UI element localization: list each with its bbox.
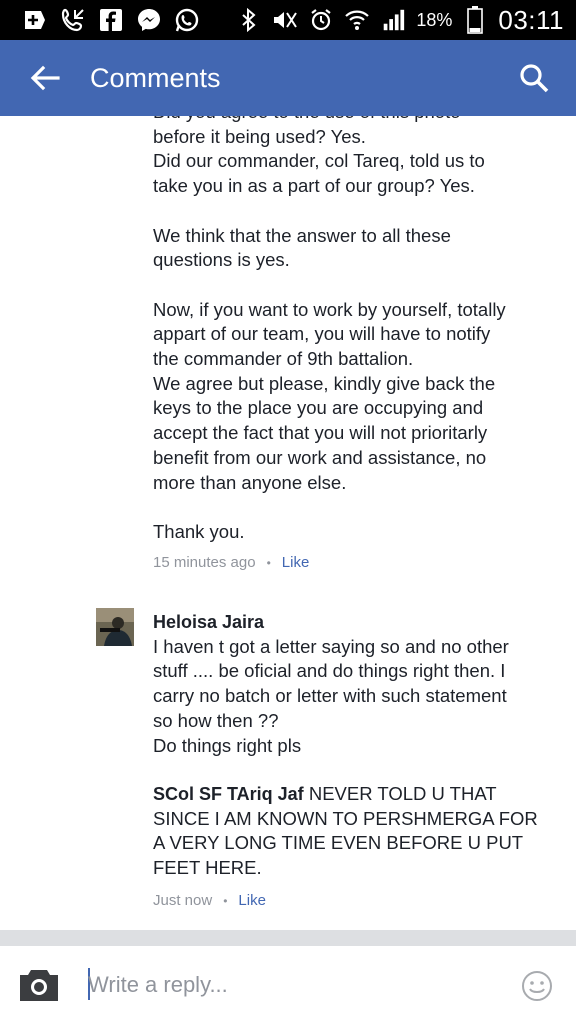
avatar[interactable] bbox=[96, 608, 134, 646]
reply-input[interactable] bbox=[88, 966, 488, 1004]
app-header: Comments bbox=[0, 40, 576, 116]
messenger-icon bbox=[136, 7, 162, 33]
comment-line: stuff .... be oficial and do things righ… bbox=[153, 660, 506, 682]
emoji-icon[interactable] bbox=[521, 970, 553, 1002]
separator-dot: • bbox=[266, 555, 271, 570]
comment-line bbox=[153, 273, 553, 298]
phone-icon bbox=[60, 7, 86, 33]
clock: 03:11 bbox=[498, 4, 564, 35]
mute-icon bbox=[272, 7, 298, 33]
plus-icon bbox=[22, 7, 48, 33]
comment-line: Do things right pls bbox=[153, 734, 302, 756]
comment-line: We agree but please, kindly give back th… bbox=[153, 372, 496, 394]
battery-percent: 18% bbox=[416, 9, 453, 30]
comment-timestamp: Just now bbox=[153, 892, 213, 909]
wifi-icon bbox=[344, 7, 370, 33]
comment-line: more than anyone else. bbox=[153, 471, 347, 493]
comment-body: SCol SF TAriq Jaf NEVER TOLD U THAT SINC… bbox=[153, 782, 553, 881]
comment-line: SCol SF TAriq Jaf NEVER TOLD U THAT bbox=[153, 783, 497, 804]
comment-body: Did you agree to the use of this photo b… bbox=[153, 116, 553, 545]
facebook-icon bbox=[98, 7, 124, 33]
comment-timestamp: 15 minutes ago bbox=[153, 554, 256, 571]
comment-line: Now, if you want to work by yourself, to… bbox=[153, 298, 506, 320]
comment-line: We think that the answer to all these bbox=[153, 224, 451, 246]
reply-bar bbox=[0, 946, 576, 1024]
search-icon[interactable] bbox=[516, 60, 552, 96]
like-button[interactable]: Like bbox=[238, 892, 266, 909]
comment-meta: 15 minutes ago • Like bbox=[153, 554, 309, 571]
comment-line: so how then ?? bbox=[153, 709, 279, 731]
comment-line: keys to the place you are occupying and bbox=[153, 397, 484, 419]
comment-line bbox=[153, 495, 553, 520]
comment-line: SINCE I AM KNOWN TO PERSHMERGA FOR bbox=[153, 807, 538, 829]
alarm-icon bbox=[308, 7, 334, 33]
page-title: Comments bbox=[90, 62, 221, 93]
comment-line: accept the fact that you will not priori… bbox=[153, 422, 488, 444]
separator-dot: • bbox=[223, 893, 228, 908]
battery-icon bbox=[462, 6, 488, 34]
comment-line: questions is yes. bbox=[153, 249, 290, 271]
status-bar: 18% 03:11 bbox=[0, 0, 576, 40]
comment-line: I haven t got a letter saying so and no … bbox=[153, 635, 509, 657]
comment-line: Did you agree to the use of this photo bbox=[153, 116, 553, 125]
comment-line: take you in as a part of our group? Yes. bbox=[153, 175, 475, 197]
comment-line: before it being used? Yes. bbox=[153, 125, 366, 147]
comment-line: appart of our team, you will have to not… bbox=[153, 323, 491, 345]
like-button[interactable]: Like bbox=[282, 554, 310, 571]
comment-line: benefit from our work and assistance, no bbox=[153, 446, 487, 468]
comment-line: Thank you. bbox=[153, 520, 245, 542]
comment-line: the commander of 9th battalion. bbox=[153, 348, 414, 370]
comment-line: carry no batch or letter with such state… bbox=[153, 685, 507, 707]
comments-list: Did you agree to the use of this photo b… bbox=[0, 116, 576, 930]
comment-body: Heloisa Jaira I haven t got a letter say… bbox=[153, 610, 553, 758]
arrow-left-icon[interactable] bbox=[28, 61, 62, 95]
divider bbox=[0, 930, 576, 946]
comment-line: FEET HERE. bbox=[153, 857, 262, 879]
signal-icon bbox=[380, 7, 406, 33]
comment-meta: Just now • Like bbox=[153, 892, 266, 909]
comment-author[interactable]: Heloisa Jaira bbox=[153, 610, 553, 635]
whatsapp-icon bbox=[174, 7, 200, 33]
comment-line: Did our commander, col Tareq, told us to bbox=[153, 150, 485, 172]
mention-tag[interactable]: SCol SF TAriq Jaf bbox=[153, 784, 304, 804]
camera-icon[interactable] bbox=[18, 966, 60, 1002]
comment-line bbox=[153, 199, 553, 224]
bluetooth-icon bbox=[236, 7, 262, 33]
comment-line: A VERY LONG TIME EVEN BEFORE U PUT bbox=[153, 832, 524, 854]
